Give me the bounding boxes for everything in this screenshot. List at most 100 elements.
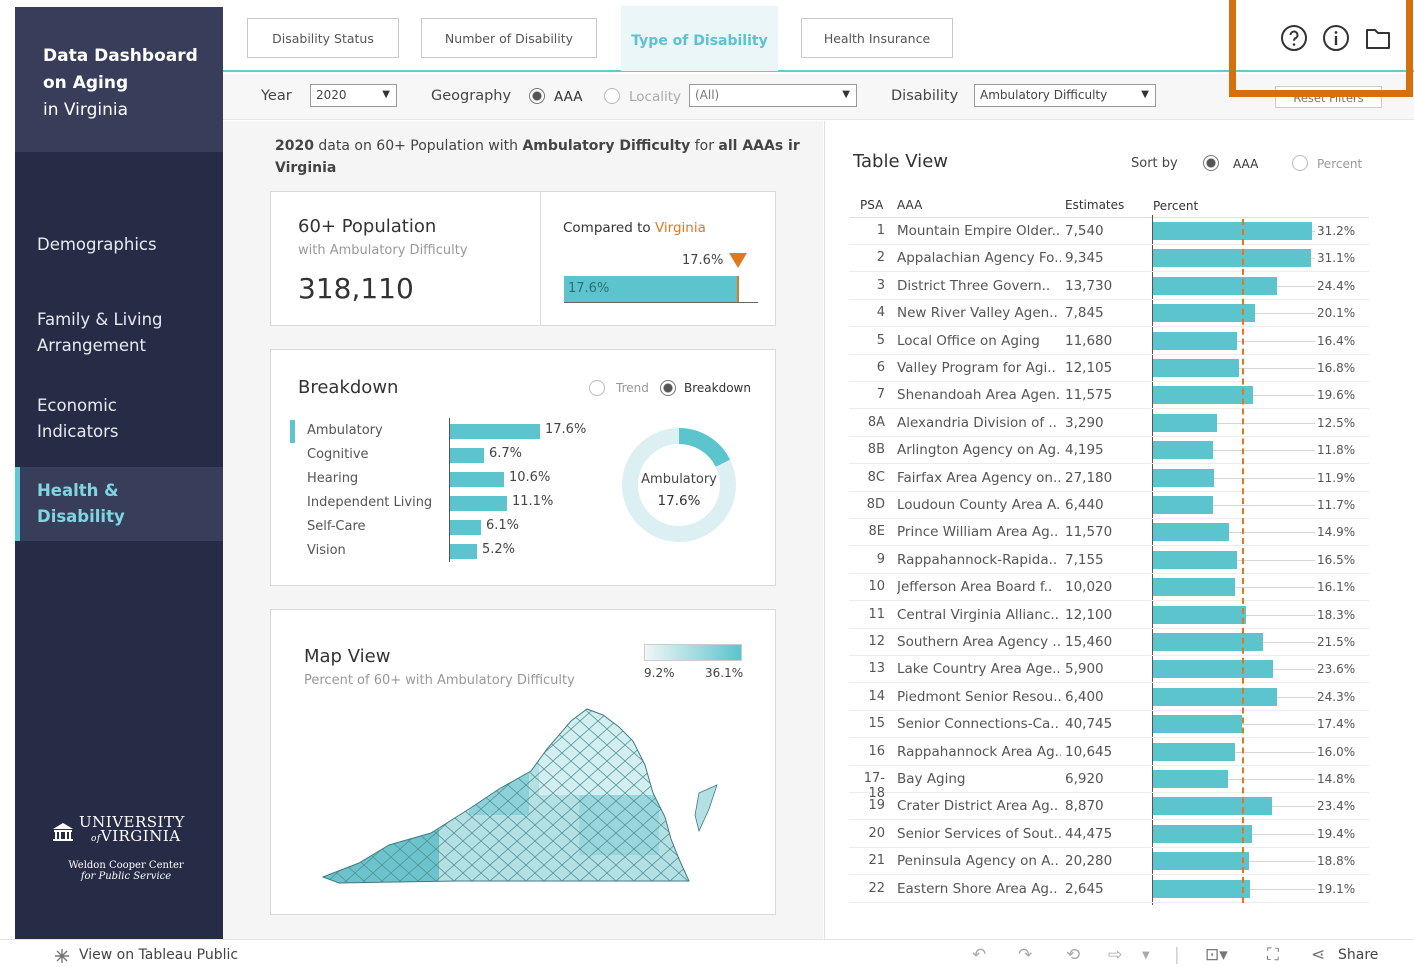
sort-aaa-radio[interactable]: [1203, 155, 1219, 171]
nav-label: Demographics: [37, 235, 157, 254]
breakdown-bar[interactable]: [450, 496, 507, 511]
share-icon[interactable]: ⋖: [1311, 945, 1325, 965]
row-psa: 8D: [866, 497, 885, 512]
breakdown-bar[interactable]: [450, 448, 484, 463]
breakdown-title: Breakdown: [298, 377, 399, 398]
table-row[interactable]: 8C Fairfax Area Agency on.. 27,180 11.9%: [849, 465, 1369, 492]
geo-aaa-radio[interactable]: [529, 88, 545, 104]
table-row[interactable]: 10 Jefferson Area Board f.. 10,020 16.1%: [849, 574, 1369, 602]
table-row[interactable]: 5 Local Office on Aging 11,680 16.4%: [849, 328, 1369, 355]
nav-label: Family & Living: [37, 310, 163, 329]
virginia-map[interactable]: [319, 705, 729, 885]
row-aaa: Jefferson Area Board f..: [897, 579, 1053, 596]
row-estimate: 40,745: [1065, 716, 1113, 733]
table-row[interactable]: 14 Piedmont Senior Resou.. 6,400 24.3%: [849, 684, 1369, 711]
table-row[interactable]: 9 Rappahannock-Rapida.. 7,155 16.5%: [849, 547, 1369, 574]
row-psa: 15: [868, 716, 885, 732]
nav-health-disability[interactable]: Health & Disability: [15, 467, 223, 541]
reference-line: [737, 276, 739, 303]
compared-label: Compared to Virginia: [563, 220, 706, 236]
row-estimate: 11,575: [1065, 387, 1113, 404]
redo-icon[interactable]: ↷: [1018, 945, 1032, 965]
table-row[interactable]: 21 Peninsula Agency on A.. 20,280 18.8%: [849, 848, 1369, 876]
nav-family-living[interactable]: Family & Living Arrangement: [15, 307, 223, 359]
row-psa: 4: [876, 305, 885, 321]
table-row[interactable]: 15 Senior Connections-Ca.. 40,745 17.4%: [849, 711, 1369, 739]
geo-locality-radio[interactable]: [604, 88, 620, 104]
table-row[interactable]: 3 District Three Govern.. 13,730 24.4%: [849, 273, 1369, 300]
nav-demographics[interactable]: Demographics: [15, 232, 223, 258]
locality-select[interactable]: (All) ▼: [689, 84, 857, 107]
sort-percent-radio[interactable]: [1292, 155, 1308, 171]
breakdown-bar[interactable]: [450, 544, 477, 559]
folder-icon[interactable]: [1364, 24, 1392, 52]
row-psa: 8C: [867, 469, 885, 485]
table-row[interactable]: 8B Arlington Agency on Ag.. 4,195 11.8%: [849, 437, 1369, 465]
breakdown-value: 6.1%: [486, 518, 520, 533]
toolbar-icons: [1280, 24, 1392, 52]
tab-type-of-disability[interactable]: Type of Disability: [621, 6, 778, 71]
table-row[interactable]: 20 Senior Services of Sout.. 44,475 19.4%: [849, 821, 1369, 848]
help-icon[interactable]: [1280, 24, 1308, 52]
table-row[interactable]: 6 Valley Program for Agi.. 12,105 16.8%: [849, 355, 1369, 382]
table-row[interactable]: 1 Mountain Empire Older.. 7,540 31.2%: [849, 218, 1369, 245]
title-line-3: in Virginia: [43, 100, 128, 120]
row-psa: 8B: [867, 442, 885, 458]
table-row[interactable]: 16 Rappahannock Area Ag.. 10,645 16.0%: [849, 739, 1369, 766]
table-row[interactable]: 17-18 Bay Aging 6,920 14.8%: [849, 766, 1369, 801]
row-estimate: 13,730: [1065, 277, 1113, 294]
row-percent-bar: [1153, 660, 1273, 679]
view-on-tableau-link[interactable]: View on Tableau Public: [79, 947, 238, 963]
table-row[interactable]: 7 Shenandoah Area Agen.. 11,575 19.6%: [849, 382, 1369, 410]
tab-number-of-disability[interactable]: Number of Disability: [421, 18, 597, 58]
map-card: Map View Percent of 60+ with Ambulatory …: [270, 609, 776, 915]
nav-economic-indicators[interactable]: Economic Indicators: [15, 393, 223, 445]
logo-virginia: VIRGINIA: [100, 827, 181, 845]
table-row[interactable]: 8A Alexandria Division of .. 3,290 12.5%: [849, 410, 1369, 437]
nav-label-2: Indicators: [37, 422, 119, 441]
table-row[interactable]: 22 Eastern Shore Area Ag.. 2,645 19.1%: [849, 876, 1369, 903]
table-row[interactable]: 12 Southern Area Agency .. 15,460 21.5%: [849, 629, 1369, 656]
reset-filters-button[interactable]: Reset Filters: [1275, 86, 1382, 108]
table-row[interactable]: 8E Prince William Area Ag.. 11,570 14.9%: [849, 519, 1369, 547]
row-psa: 19: [868, 798, 885, 814]
table-row[interactable]: 11 Central Virginia Allianc.. 12,100 18.3%: [849, 602, 1369, 629]
breakdown-bar[interactable]: [450, 472, 504, 487]
table-row[interactable]: 13 Lake Country Area Age.. 5,900 23.6%: [849, 656, 1369, 684]
table-row[interactable]: 2 Appalachian Agency Fo.. 9,345 31.1%: [849, 245, 1369, 273]
download-icon[interactable]: ⊡▾: [1205, 945, 1228, 965]
refresh-icon[interactable]: ⇨: [1108, 945, 1122, 965]
tab-disability-status[interactable]: Disability Status: [247, 18, 399, 58]
row-estimate: 12,100: [1065, 606, 1113, 623]
year-label: Year: [261, 88, 292, 104]
row-percent-bar: [1153, 687, 1277, 706]
trend-radio[interactable]: [589, 380, 605, 396]
fullscreen-icon[interactable]: ⛶: [1267, 945, 1279, 965]
row-estimate: 12,105: [1065, 360, 1113, 376]
year-select[interactable]: 2020 ▼: [310, 84, 397, 107]
share-button[interactable]: Share: [1338, 947, 1378, 963]
undo-icon[interactable]: ↶: [972, 945, 986, 965]
breakdown-bar[interactable]: [450, 424, 540, 439]
table-row[interactable]: 19 Crater District Area Ag.. 8,870 23.4%: [849, 793, 1369, 821]
row-percent-bar: [1153, 715, 1242, 734]
row-percent: 11.9%: [1317, 470, 1356, 485]
row-percent: 23.6%: [1317, 662, 1356, 677]
info-icon[interactable]: [1322, 24, 1350, 52]
row-aaa: Arlington Agency on Ag..: [897, 442, 1061, 459]
row-percent-bar: [1153, 852, 1249, 871]
tab-health-insurance[interactable]: Health Insurance: [801, 18, 953, 58]
row-aaa: Bay Aging: [897, 771, 966, 787]
caret-down-icon[interactable]: ▼: [1142, 950, 1150, 961]
revert-icon[interactable]: ⟲: [1066, 945, 1080, 965]
breakdown-bar[interactable]: [450, 520, 481, 535]
population-title: 60+ Population: [298, 216, 437, 237]
table-row[interactable]: 8D Loudoun County Area A.. 6,440 11.7%: [849, 492, 1369, 519]
subtitle-line-2: Virginia: [275, 160, 337, 176]
table-row[interactable]: 4 New River Valley Agen.. 7,845 20.1%: [849, 300, 1369, 328]
row-estimate: 9,345: [1065, 250, 1104, 267]
donut-value: 17.6%: [657, 493, 701, 509]
row-percent: 19.4%: [1317, 826, 1356, 841]
breakdown-radio[interactable]: [660, 380, 676, 396]
disability-select[interactable]: Ambulatory Difficulty ▼: [974, 84, 1156, 107]
